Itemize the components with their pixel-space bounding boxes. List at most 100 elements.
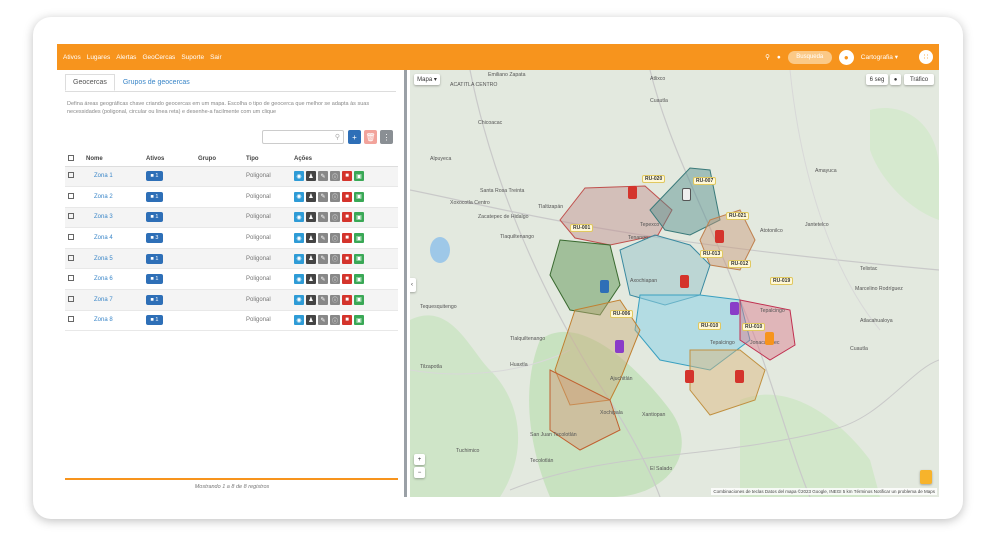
row-checkbox-cell[interactable]: [65, 310, 83, 332]
table-row[interactable]: Zona 5 ■ 1 Poligonal ◉ ♟ ✎ ⓘ ■ ▣: [65, 248, 398, 270]
zone-name-cell[interactable]: Zona 3: [83, 207, 143, 229]
user-icon[interactable]: ♟: [306, 233, 316, 244]
zoom-out-button[interactable]: −: [414, 467, 425, 478]
zone-tag-label[interactable]: RU-020: [642, 175, 666, 183]
tab-geocercas[interactable]: Geocercas: [65, 74, 115, 91]
eye-icon[interactable]: ◉: [294, 171, 304, 182]
trash-icon[interactable]: ■: [342, 212, 352, 223]
copy-icon[interactable]: ▣: [354, 233, 364, 244]
assets-badge[interactable]: ■ 1: [146, 315, 163, 326]
zone-tag-label[interactable]: RU-001: [570, 224, 594, 232]
search-icon[interactable]: ⚲: [765, 53, 770, 61]
map-view[interactable]: Mapa ▾ 6 seg ● Tráfico + − Combinaciones…: [410, 70, 939, 497]
table-row[interactable]: Zona 6 ■ 1 Poligonal ◉ ♟ ✎ ⓘ ■ ▣: [65, 268, 398, 291]
edit-icon[interactable]: ✎: [318, 253, 328, 264]
copy-icon[interactable]: ▣: [354, 212, 364, 223]
info-icon[interactable]: ⓘ: [330, 294, 340, 305]
street-view-pegman-icon[interactable]: [920, 470, 932, 484]
vehicle-marker-icon[interactable]: [715, 230, 724, 243]
trash-icon[interactable]: ■: [342, 253, 352, 264]
apps-grid-icon[interactable]: ∷: [919, 50, 933, 64]
zone-tag-label[interactable]: RU-010: [698, 322, 722, 330]
map-attribution[interactable]: Combinaciones de teclas Datos del mapa ©…: [711, 488, 937, 495]
copy-icon[interactable]: ▣: [354, 294, 364, 305]
col-nome[interactable]: Nome: [83, 152, 143, 167]
table-row[interactable]: Zona 8 ■ 1 Poligonal ◉ ♟ ✎ ⓘ ■ ▣: [65, 310, 398, 332]
trash-icon[interactable]: ■: [342, 191, 352, 202]
zone-name-link[interactable]: Zona 1: [86, 173, 113, 179]
zone-tag-label[interactable]: RU-013: [700, 250, 724, 258]
zone-name-link[interactable]: Zona 2: [86, 194, 113, 200]
col-grupo[interactable]: Grupo: [195, 152, 243, 167]
trash-icon[interactable]: ■: [342, 233, 352, 244]
row-checkbox[interactable]: [68, 275, 74, 282]
nav-item-ativos[interactable]: Ativos: [63, 54, 81, 61]
copy-icon[interactable]: ▣: [354, 171, 364, 182]
traffic-toggle[interactable]: Tráfico: [904, 74, 934, 85]
row-checkbox[interactable]: [68, 172, 74, 179]
vehicle-marker-icon[interactable]: [685, 370, 694, 383]
row-checkbox[interactable]: [68, 254, 74, 261]
zone-tag-label[interactable]: RU-019: [770, 277, 794, 285]
user-icon[interactable]: ♟: [306, 274, 316, 285]
vehicle-marker-icon[interactable]: [730, 302, 739, 315]
lock-icon[interactable]: ●: [777, 54, 781, 61]
assets-badge[interactable]: ■ 1: [146, 274, 163, 285]
info-icon[interactable]: ⓘ: [330, 253, 340, 264]
edit-icon[interactable]: ✎: [318, 294, 328, 305]
assets-badge[interactable]: ■ 1: [146, 294, 163, 305]
row-checkbox-cell[interactable]: [65, 227, 83, 249]
nav-item-geocercas[interactable]: GeoCercas: [142, 54, 175, 61]
zone-name-link[interactable]: Zona 5: [86, 256, 113, 262]
edit-icon[interactable]: ✎: [318, 212, 328, 223]
zoom-in-button[interactable]: +: [414, 454, 425, 465]
nav-item-alertas[interactable]: Alertas: [116, 54, 136, 61]
zone-name-cell[interactable]: Zona 4: [83, 227, 143, 249]
row-checkbox-cell[interactable]: [65, 289, 83, 311]
eye-icon[interactable]: ◉: [294, 253, 304, 264]
trash-icon[interactable]: ■: [342, 171, 352, 182]
row-checkbox-cell[interactable]: [65, 268, 83, 291]
col-ativos[interactable]: Ativos: [143, 152, 195, 167]
copy-icon[interactable]: ▣: [354, 253, 364, 264]
zone-tag-label[interactable]: RU-012: [728, 260, 752, 268]
table-row[interactable]: Zona 3 ■ 1 Poligonal ◉ ♟ ✎ ⓘ ■ ▣: [65, 207, 398, 229]
trash-icon[interactable]: ■: [342, 274, 352, 285]
col-tipo[interactable]: Tipo: [243, 152, 291, 167]
copy-icon[interactable]: ▣: [354, 315, 364, 326]
info-icon[interactable]: ⓘ: [330, 233, 340, 244]
assets-badge[interactable]: ■ 1: [146, 253, 163, 264]
eye-icon[interactable]: ◉: [294, 294, 304, 305]
vehicle-marker-icon[interactable]: [735, 370, 744, 383]
zone-name-cell[interactable]: Zona 7: [83, 289, 143, 311]
zone-name-cell[interactable]: Zona 6: [83, 268, 143, 291]
row-checkbox[interactable]: [68, 234, 74, 241]
zone-tag-label[interactable]: RU-010: [742, 323, 766, 331]
vehicle-marker-icon[interactable]: [615, 340, 624, 353]
search-pill[interactable]: Busqueda: [787, 50, 832, 64]
row-checkbox[interactable]: [68, 316, 74, 323]
add-geofence-button[interactable]: +: [348, 130, 361, 144]
zone-tag-label[interactable]: RU-007: [693, 177, 717, 185]
table-row[interactable]: Zona 7 ■ 1 Poligonal ◉ ♟ ✎ ⓘ ■ ▣: [65, 289, 398, 311]
edit-icon[interactable]: ✎: [318, 233, 328, 244]
select-all-checkbox[interactable]: [68, 154, 74, 161]
info-icon[interactable]: ⓘ: [330, 274, 340, 285]
zone-name-link[interactable]: Zona 3: [86, 214, 113, 220]
row-checkbox-cell[interactable]: [65, 207, 83, 229]
zone-tag-label[interactable]: RU-021: [726, 212, 750, 220]
edit-icon[interactable]: ✎: [318, 274, 328, 285]
refresh-interval[interactable]: 6 seg: [866, 74, 888, 85]
vehicle-marker-icon[interactable]: [680, 275, 689, 288]
user-icon[interactable]: ♟: [306, 253, 316, 264]
user-icon[interactable]: ♟: [306, 191, 316, 202]
zone-name-cell[interactable]: Zona 5: [83, 248, 143, 270]
zone-name-link[interactable]: Zona 8: [86, 317, 113, 323]
row-checkbox[interactable]: [68, 295, 74, 302]
edit-icon[interactable]: ✎: [318, 191, 328, 202]
copy-icon[interactable]: ▣: [354, 191, 364, 202]
zone-name-cell[interactable]: Zona 1: [83, 166, 143, 188]
eye-icon[interactable]: ◉: [294, 191, 304, 202]
tab-grupos[interactable]: Grupos de geocercas: [115, 74, 198, 91]
row-checkbox-cell[interactable]: [65, 186, 83, 208]
